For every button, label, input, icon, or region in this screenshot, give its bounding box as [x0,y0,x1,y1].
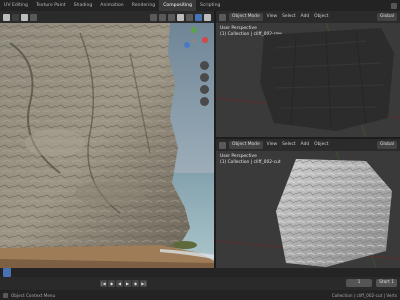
orientation-dropdown-bottom[interactable]: Global [376,141,397,149]
tab-compositing[interactable]: Compositing [159,0,196,11]
gizmo-x-axis[interactable] [202,37,208,43]
menu-add[interactable]: Add [300,141,311,149]
orientation-label: Global [379,142,394,147]
object-mode-label: Object Mode [232,14,260,19]
cursor-icon[interactable] [3,13,10,21]
tool-icon[interactable] [30,13,37,21]
zoom-icon[interactable] [200,61,209,70]
pan-hand-icon[interactable] [200,73,209,82]
right-top-viewport[interactable]: User Perspective (1) Collection | cliff_… [216,23,400,137]
jump-end-icon[interactable]: ▶| [140,279,147,287]
scene-icon[interactable] [391,2,397,9]
textured-cliff-render [0,23,214,268]
tab-animation[interactable]: Animation [96,0,127,11]
shading-solid-icon[interactable] [186,13,193,21]
tab-shading[interactable]: Shading [70,0,97,11]
playback-controls: |◀ ◆ ◀ ▶ ◆ ▶| 1 Start 1 [0,277,400,289]
prev-key-icon[interactable]: ◆ [108,279,115,287]
start-label: Start [379,280,390,285]
right-top-viewport-header: Object Mode View Select Add Object Globa… [216,11,400,23]
dark-mesh-render [216,23,400,137]
select-box-icon[interactable] [21,13,28,21]
right-bottom-viewport[interactable]: User Perspective (1) Collection | cliff_… [216,151,400,268]
start-value: 1 [391,280,394,285]
play-icon[interactable]: ▶ [124,279,131,287]
shading-rendered-icon[interactable] [204,13,211,21]
left-viewport-header [0,11,214,23]
xray-icon[interactable] [168,13,175,21]
shading-material-icon[interactable] [195,13,202,21]
menu-view[interactable]: View [266,141,278,149]
tab-uv-editing[interactable]: UV Editing [0,0,32,11]
jump-start-icon[interactable]: |◀ [100,279,107,287]
grid-icon[interactable] [200,97,209,106]
gizmo-z-axis[interactable] [184,42,190,48]
tab-scripting[interactable]: Scripting [196,0,224,11]
play-reverse-icon[interactable]: ◀ [116,279,123,287]
menu-object[interactable]: Object [313,13,329,21]
navigation-gizmo[interactable] [180,27,210,57]
mouse-icon [3,292,8,298]
next-key-icon[interactable]: ◆ [132,279,139,287]
menu-select[interactable]: Select [281,13,297,21]
menu-view[interactable]: View [266,13,278,21]
workspace-tab-bar: UV Editing Texture Paint Shading Animati… [0,0,400,11]
menu-object[interactable]: Object [313,141,329,149]
status-stats: Collection | cliff_002-cut | Verts [331,292,397,298]
editor-type-icon[interactable] [219,13,226,21]
left-viewport-textured[interactable] [0,23,214,268]
editor-type-icon[interactable] [219,141,226,149]
tab-texture-paint[interactable]: Texture Paint [32,0,70,11]
start-frame-field[interactable]: Start 1 [376,279,397,287]
gizmo-y-axis[interactable] [191,27,197,33]
object-mode-dropdown-top[interactable]: Object Mode [229,13,263,21]
status-bar: Object Context Menu Collection | cliff_0… [0,290,400,300]
timeline-ruler[interactable] [0,268,400,277]
gizmo-center [192,39,196,43]
status-hint: Object Context Menu [11,292,56,298]
menu-add[interactable]: Add [300,13,311,21]
right-bottom-viewport-header: Object Mode View Select Add Object Globa… [216,139,400,151]
menu-select[interactable]: Select [281,141,297,149]
orientation-dropdown-top[interactable]: Global [376,13,397,21]
object-mode-dropdown-bottom[interactable]: Object Mode [229,141,263,149]
move-icon[interactable] [12,13,19,21]
playhead[interactable] [3,268,11,277]
overlay-icon[interactable] [159,13,166,21]
camera-icon[interactable] [200,85,209,94]
visibility-icon[interactable] [150,13,157,21]
shading-wire-icon[interactable] [177,13,184,21]
object-mode-label: Object Mode [232,142,260,147]
current-frame-field[interactable]: 1 [346,279,373,287]
orientation-label: Global [379,14,394,19]
clay-mesh-render [216,151,400,268]
tab-rendering[interactable]: Rendering [128,0,159,11]
